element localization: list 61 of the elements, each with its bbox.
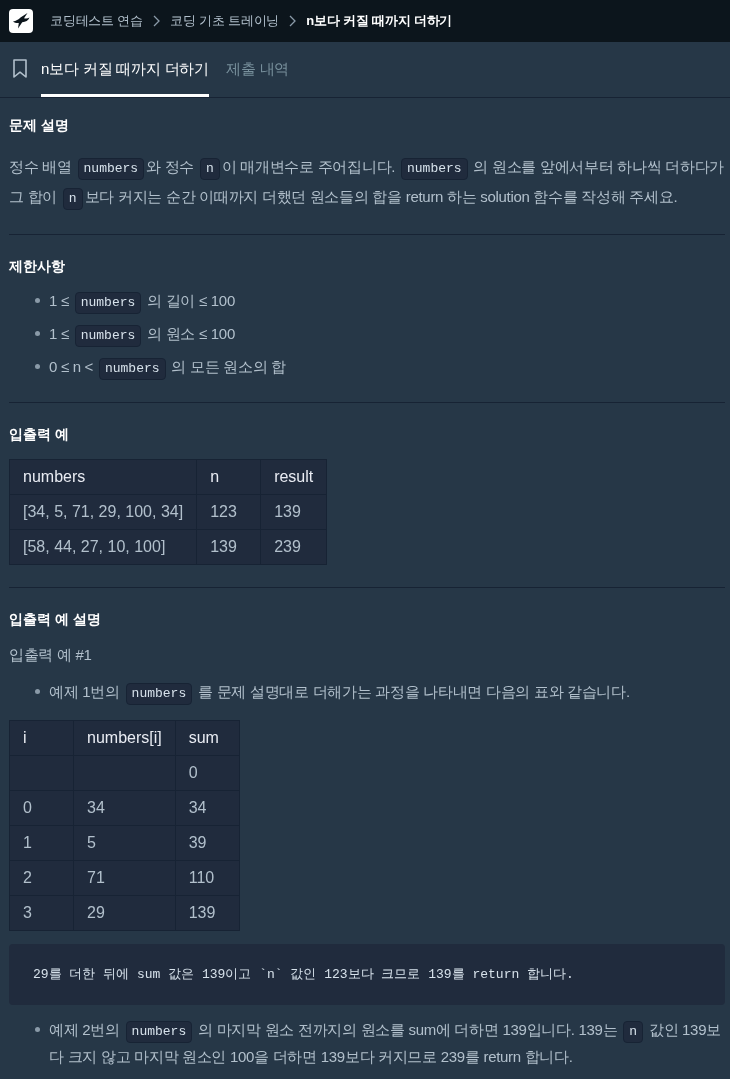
section-heading: 제한사항 (9, 257, 66, 276)
bullet-icon (35, 1027, 40, 1032)
table-cell: 1 (9, 825, 74, 861)
table-cell: 0 (9, 790, 74, 826)
inline-code: numbers (77, 158, 145, 180)
paragraph: 정수 배열 numbers 와 정수 n 이 매개변수로 주어집니다. numbers 의 원소를 앞에서부터 하나씩 더하다가 그 합이 n 보다 커지는 순간 이때까지 더했던 원소들의 합을 return 하는 solution 함수를 작성해 주세요. (9, 152, 725, 212)
inline-code: numbers (125, 1021, 193, 1043)
section-heading: 입출력 예 (9, 425, 70, 444)
table-cell: 139 (260, 494, 327, 530)
bullet-text: 예제 1번의 numbers 를 문제 설명대로 더해가는 과정을 나타내면 다음의 표와 같습니다. (49, 678, 630, 705)
bullet-icon (35, 331, 40, 336)
inline-code: numbers (98, 358, 166, 380)
bullet-text: 1 ≤ numbers 의 원소 ≤ 100 (49, 320, 235, 347)
inline-code: n (623, 1021, 643, 1043)
inline-code: n (200, 158, 220, 180)
column-header: numbers (9, 459, 197, 495)
column-header: sum (175, 720, 240, 756)
table-cell: 34 (175, 790, 240, 826)
column-header: result (260, 459, 327, 495)
table-cell: [34, 5, 71, 29, 100, 34] (9, 494, 197, 530)
table-cell: 39 (175, 825, 240, 861)
column-header: n (196, 459, 261, 495)
bullet-icon (35, 298, 40, 303)
inline-code: n (62, 188, 83, 210)
table-cell: 239 (260, 529, 327, 565)
table-cell: 29 (73, 895, 176, 931)
breadcrumb-link[interactable]: 코딩 기초 트레이닝 (170, 11, 280, 31)
chevron-right-icon (153, 15, 160, 27)
bullet-text: 0 ≤ n < numbers 의 모든 원소의 합 (49, 353, 286, 380)
table-cell: [58, 44, 27, 10, 100] (9, 529, 197, 565)
breadcrumb-link[interactable]: n보다 커질 때까지 더하기 (306, 11, 453, 31)
table-cell: 110 (175, 860, 240, 896)
column-header: numbers[i] (73, 720, 176, 756)
subheading: 입출력 예 #1 (9, 645, 93, 665)
inline-code: numbers (401, 158, 468, 180)
table-cell: 0 (175, 755, 240, 791)
table-cell: 139 (175, 895, 240, 931)
column-header: i (9, 720, 74, 756)
tab[interactable]: 제출 내역 (226, 42, 290, 97)
table-cell: 2 (9, 860, 74, 896)
bullet-icon (35, 689, 40, 694)
table-cell: 3 (9, 895, 74, 931)
code-block: 29를 더한 뒤에 sum 값은 139이고 `n` 값인 123보다 크므로 139를 return 합니다. (9, 944, 725, 1005)
tab[interactable]: n보다 커질 때까지 더하기 (41, 42, 210, 97)
inline-code: numbers (74, 292, 142, 314)
inline-code: numbers (74, 325, 142, 347)
breadcrumb-link[interactable]: 코딩테스트 연습 (50, 11, 143, 31)
table-cell: 139 (196, 529, 261, 565)
table-cell: 34 (73, 790, 176, 826)
chevron-right-icon (289, 15, 297, 27)
table-cell: 5 (73, 825, 176, 861)
table-cell: 71 (73, 860, 176, 896)
inline-code: numbers (125, 683, 193, 705)
bookmark-icon[interactable] (13, 59, 27, 78)
bullet-text: 예제 2번의 numbers 의 마지막 원소 전까지의 원소를 sum에 더하면 139입니다. 139는 n 값인 139보다 크지 않고 마지막 원소인 100을 더하면 139보다 커지므로 239를 return 합니다. (49, 1020, 722, 1067)
section-heading: 문제 설명 (9, 116, 70, 135)
bird-logo-icon[interactable] (9, 9, 33, 33)
bullet-text: 1 ≤ numbers 의 길이 ≤ 100 (49, 287, 235, 314)
table-cell: 123 (196, 494, 261, 530)
bullet-icon (35, 364, 40, 369)
section-heading: 입출력 예 설명 (9, 610, 102, 629)
